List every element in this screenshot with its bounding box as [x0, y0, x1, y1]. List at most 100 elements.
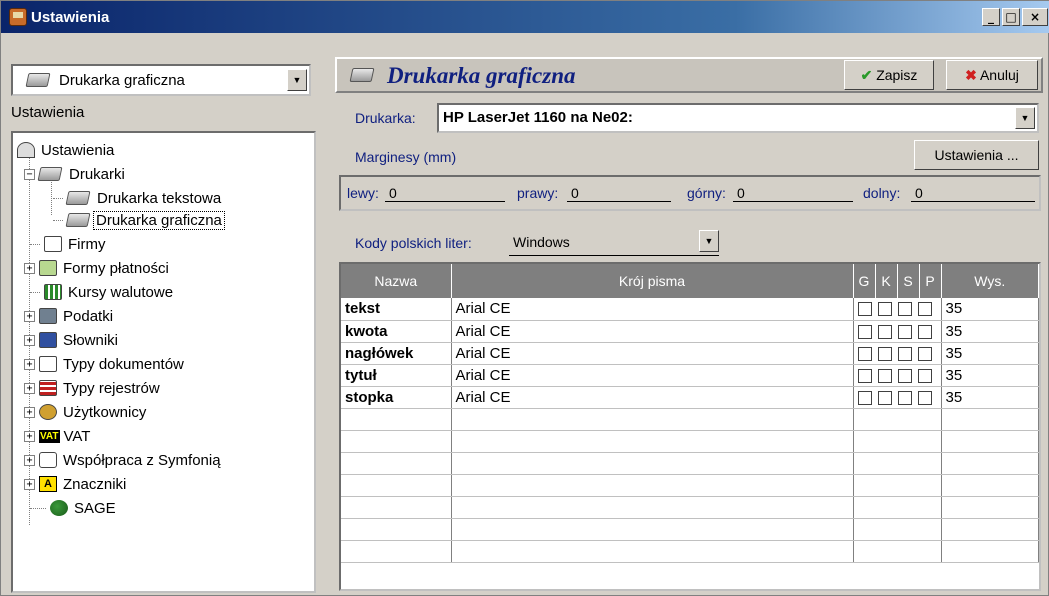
checkbox-s[interactable] — [897, 302, 912, 317]
tree-item-drukarki[interactable]: − Drukarki — [24, 163, 125, 185]
cell-height[interactable] — [941, 474, 1039, 497]
cell-name[interactable] — [341, 474, 452, 497]
cell-height[interactable] — [941, 518, 1039, 541]
cell-height[interactable] — [941, 430, 1039, 453]
table-row[interactable]: nagłówek Arial CE 35 — [341, 342, 1039, 365]
checkbox-s[interactable] — [897, 368, 912, 383]
checkbox-g[interactable] — [857, 346, 872, 361]
cell-font[interactable] — [451, 496, 854, 519]
col-p[interactable]: P — [919, 264, 942, 298]
checkbox-p[interactable] — [917, 368, 932, 383]
checkbox-k[interactable] — [877, 390, 892, 405]
tree-item-ustawienia[interactable]: Ustawienia — [17, 139, 114, 161]
tree-item-firmy[interactable]: Firmy — [30, 233, 106, 255]
cell-name[interactable]: stopka — [341, 386, 452, 409]
cell-name[interactable]: tytuł — [341, 364, 452, 387]
tree-item-uzytkownicy[interactable]: + Użytkownicy — [24, 401, 146, 423]
table-row[interactable]: stopka Arial CE 35 — [341, 386, 1039, 409]
checkbox-s[interactable] — [897, 346, 912, 361]
cell-height[interactable] — [941, 408, 1039, 431]
cell-font[interactable]: Arial CE — [451, 386, 854, 409]
checkbox-k[interactable] — [877, 302, 892, 317]
codes-select[interactable]: Windows ▼ — [509, 230, 719, 256]
checkbox-p[interactable] — [917, 390, 932, 405]
tree-item-wspolpraca[interactable]: + Współpraca z Symfonią — [24, 449, 221, 471]
tree-item-kursy-walutowe[interactable]: Kursy walutowe — [30, 281, 173, 303]
table-row[interactable] — [341, 430, 1039, 453]
checkbox-p[interactable] — [917, 302, 932, 317]
cell-font[interactable] — [451, 430, 854, 453]
cell-height[interactable] — [941, 496, 1039, 519]
cell-name[interactable]: nagłówek — [341, 342, 452, 365]
cell-height[interactable] — [941, 540, 1039, 563]
expand-icon[interactable]: + — [24, 382, 35, 394]
col-k[interactable]: K — [875, 264, 898, 298]
tree-item-podatki[interactable]: + Podatki — [24, 305, 113, 327]
col-wys[interactable]: Wys. — [941, 264, 1039, 298]
checkbox-k[interactable] — [877, 368, 892, 383]
fonts-table[interactable]: Nazwa Krój pisma G K S P Wys. tekst Arial… — [339, 262, 1041, 591]
checkbox-p[interactable] — [917, 346, 932, 361]
expand-icon[interactable]: + — [24, 334, 35, 346]
tree-item-typy-rejestrow[interactable]: + Typy rejestrów — [24, 377, 160, 399]
tree-item-drukarka-graficzna[interactable]: Drukarka graficzna — [53, 209, 225, 231]
cell-height[interactable]: 35 — [941, 364, 1039, 387]
checkbox-g[interactable] — [857, 324, 872, 339]
margin-right-input[interactable]: 0 — [567, 185, 671, 202]
cell-name[interactable] — [341, 408, 452, 431]
cell-font[interactable]: Arial CE — [451, 342, 854, 365]
table-row[interactable]: tytuł Arial CE 35 — [341, 364, 1039, 387]
tree-item-vat[interactable]: + VAT VAT — [24, 425, 90, 447]
cell-name[interactable] — [341, 452, 452, 475]
table-row[interactable]: tekst Arial CE 35 — [341, 298, 1039, 321]
cell-name[interactable] — [341, 518, 452, 541]
tree-item-slowniki[interactable]: + Słowniki — [24, 329, 118, 351]
checkbox-g[interactable] — [857, 302, 872, 317]
tree-item-formy-platnosci[interactable]: + Formy płatności — [24, 257, 169, 279]
checkbox-p[interactable] — [917, 324, 932, 339]
checkbox-s[interactable] — [897, 324, 912, 339]
cell-font[interactable] — [451, 474, 854, 497]
tree-item-sage[interactable]: SAGE — [30, 497, 116, 519]
expand-icon[interactable]: + — [24, 262, 35, 274]
chevron-down-icon[interactable]: ▼ — [1015, 107, 1035, 129]
title-bar[interactable]: Ustawienia _ □ × — [1, 1, 1049, 33]
cell-height[interactable]: 35 — [941, 386, 1039, 409]
cancel-button[interactable]: ✖ Anuluj — [946, 60, 1038, 90]
cell-name[interactable]: tekst — [341, 298, 452, 321]
cell-name[interactable] — [341, 540, 452, 563]
col-kroj-pisma[interactable]: Krój pisma — [451, 264, 854, 298]
settings-button[interactable]: Ustawienia ... — [914, 140, 1039, 170]
table-row[interactable] — [341, 518, 1039, 541]
cell-name[interactable] — [341, 430, 452, 453]
cell-height[interactable]: 35 — [941, 298, 1039, 321]
cell-height[interactable]: 35 — [941, 320, 1039, 343]
cell-font[interactable]: Arial CE — [451, 364, 854, 387]
checkbox-g[interactable] — [857, 368, 872, 383]
printer-select[interactable]: HP LaserJet 1160 na Ne02: ▼ — [437, 103, 1039, 133]
cell-font[interactable] — [451, 518, 854, 541]
col-g[interactable]: G — [853, 264, 876, 298]
section-select[interactable]: Drukarka graficzna ▼ — [11, 64, 311, 96]
cell-font[interactable] — [451, 540, 854, 563]
chevron-down-icon[interactable]: ▼ — [287, 69, 307, 91]
checkbox-g[interactable] — [857, 390, 872, 405]
table-row[interactable] — [341, 452, 1039, 475]
margin-bottom-input[interactable]: 0 — [911, 185, 1035, 202]
checkbox-k[interactable] — [877, 346, 892, 361]
checkbox-s[interactable] — [897, 390, 912, 405]
tree-item-typy-dokumentow[interactable]: + Typy dokumentów — [24, 353, 184, 375]
table-row[interactable]: kwota Arial CE 35 — [341, 320, 1039, 343]
expand-icon[interactable]: + — [24, 430, 35, 442]
col-nazwa[interactable]: Nazwa — [341, 264, 452, 298]
cell-height[interactable]: 35 — [941, 342, 1039, 365]
expand-icon[interactable]: + — [24, 310, 35, 322]
table-row[interactable] — [341, 496, 1039, 519]
table-row[interactable] — [341, 540, 1039, 563]
close-button[interactable]: × — [1022, 8, 1048, 26]
cell-font[interactable]: Arial CE — [451, 320, 854, 343]
cell-name[interactable]: kwota — [341, 320, 452, 343]
col-s[interactable]: S — [897, 264, 920, 298]
expand-icon[interactable]: + — [24, 358, 35, 370]
table-row[interactable] — [341, 408, 1039, 431]
